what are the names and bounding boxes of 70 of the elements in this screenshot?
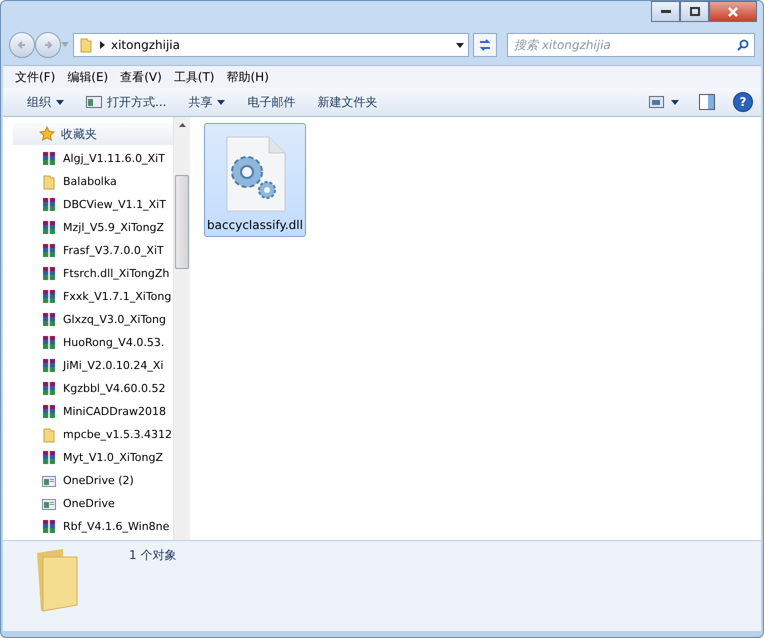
archive-icon (41, 334, 57, 350)
address-path: xitongzhijia (111, 38, 181, 52)
refresh-icon (478, 39, 492, 51)
toolbar-button[interactable]: 电子邮件 (237, 90, 306, 114)
sidebar-item[interactable]: Mzjl_V5.9_XiTongZ (3, 216, 173, 239)
sidebar-item[interactable]: JiMi_V2.0.10.24_Xi (3, 354, 173, 377)
close-icon (728, 6, 738, 16)
star-icon (39, 126, 55, 142)
menu-item[interactable]: 编辑(E) (61, 68, 114, 86)
archive-icon (41, 380, 57, 396)
chevron-icon (100, 41, 105, 49)
archive-icon (41, 220, 57, 236)
sidebar-item[interactable]: Glxzq_V3.0_XiTong (3, 308, 173, 331)
maximize-button[interactable] (680, 1, 709, 22)
sidebar-item[interactable]: Rbf_V4.1.6_Win8ne (3, 515, 173, 538)
help-button[interactable]: ? (733, 92, 753, 112)
sidebar-item[interactable]: mpcbe_v1.5.3.4312 (3, 423, 173, 446)
archive-icon (41, 450, 57, 466)
caret-icon (56, 100, 64, 104)
toolbar-button[interactable]: 新建文件夹 (307, 90, 388, 114)
caret-icon[interactable] (456, 42, 464, 48)
archive-icon (41, 288, 57, 304)
folder-icon (78, 37, 94, 53)
search-icon[interactable] (737, 39, 749, 51)
menu-item[interactable]: 帮助(H) (220, 68, 275, 86)
menu-item[interactable]: 文件(F) (9, 68, 62, 86)
caret-icon (217, 100, 226, 104)
archive-icon (41, 150, 57, 166)
toolbar-button[interactable]: 共享 (178, 90, 236, 114)
sidebar-item[interactable]: Fxxk_V1.7.1_XiTong (3, 285, 173, 308)
sidebar-item[interactable]: MiniCADDraw2018 (3, 400, 173, 423)
menu-item[interactable]: 查看(V) (114, 68, 168, 86)
archive-icon (41, 312, 57, 328)
archive-icon (41, 518, 57, 534)
sidebar-item[interactable]: Kgzbbl_V4.60.0.52 (3, 377, 173, 400)
search-field[interactable]: 搜索 xitongzhijia (507, 33, 755, 57)
menu-item[interactable]: 工具(T) (168, 68, 220, 86)
window-icon (86, 96, 102, 108)
address-bar[interactable]: xitongzhijia (73, 33, 469, 57)
folder-icon (41, 426, 57, 442)
sidebar-item[interactable]: OneDrive (3, 492, 173, 515)
scrollbar-thumb[interactable] (175, 175, 189, 269)
toolbar-button[interactable]: 组织 (17, 90, 74, 114)
favorites-header[interactable]: 收藏夹 (13, 123, 173, 145)
refresh-button[interactable] (473, 33, 497, 57)
sidebar-item[interactable]: Ftsrch.dll_XiTongZh (3, 262, 173, 285)
archive-icon (41, 404, 57, 420)
item-count: 1 个对象 (129, 547, 176, 564)
sidebar-item[interactable]: OneDrive (2) (3, 469, 173, 492)
file-name: baccyclassify.dll (207, 218, 303, 232)
folder-icon (41, 174, 57, 190)
sidebar-item[interactable]: Frasf_V3.7.0.0_XiT (3, 239, 173, 262)
back-arrow-icon (17, 40, 27, 50)
toolbar-button[interactable]: 打开方式... (76, 90, 176, 114)
archive-icon (41, 196, 57, 212)
scroll-up-arrow-icon[interactable] (178, 123, 186, 127)
sidebar-item[interactable]: DBCView_V1.1_XiT (3, 193, 173, 216)
archive-icon (41, 358, 57, 374)
sidebar-item[interactable]: Algj_V1.11.6.0_XiT (3, 147, 173, 170)
sidebar-item[interactable]: HuoRong_V4.0.53. (3, 331, 173, 354)
sidebar-item[interactable]: Myt_V1.0_XiTongZ (3, 446, 173, 469)
archive-icon (41, 266, 57, 282)
minimize-button[interactable] (651, 1, 680, 22)
close-button[interactable] (709, 1, 757, 22)
sidebar-item[interactable]: Balabolka (3, 170, 173, 193)
maximize-icon (690, 7, 700, 16)
file-item[interactable]: baccyclassify.dll (204, 123, 306, 237)
minimize-icon (660, 10, 670, 14)
archive-icon (41, 242, 57, 258)
forward-arrow-icon (43, 40, 53, 50)
